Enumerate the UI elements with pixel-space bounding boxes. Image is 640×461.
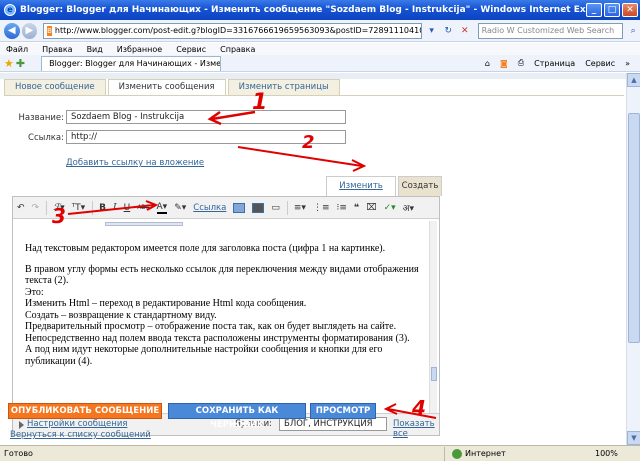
status-bar: Готово Интернет 100% xyxy=(0,445,640,461)
arrow-2-line xyxy=(237,146,363,167)
zone-text: Интернет xyxy=(465,449,506,458)
annotation-4: 4 xyxy=(412,396,426,420)
status-text: Готово xyxy=(4,449,33,458)
zoom-text[interactable]: 100% xyxy=(595,449,618,458)
annotation-3: 3 xyxy=(52,204,66,228)
status-divider xyxy=(444,446,452,461)
arrow-3-line xyxy=(67,204,155,215)
annotation-overlay xyxy=(67,110,437,419)
annotation-2: 2 xyxy=(302,132,315,153)
internet-globe-icon xyxy=(452,448,462,459)
annotation-1: 1 xyxy=(252,90,268,115)
